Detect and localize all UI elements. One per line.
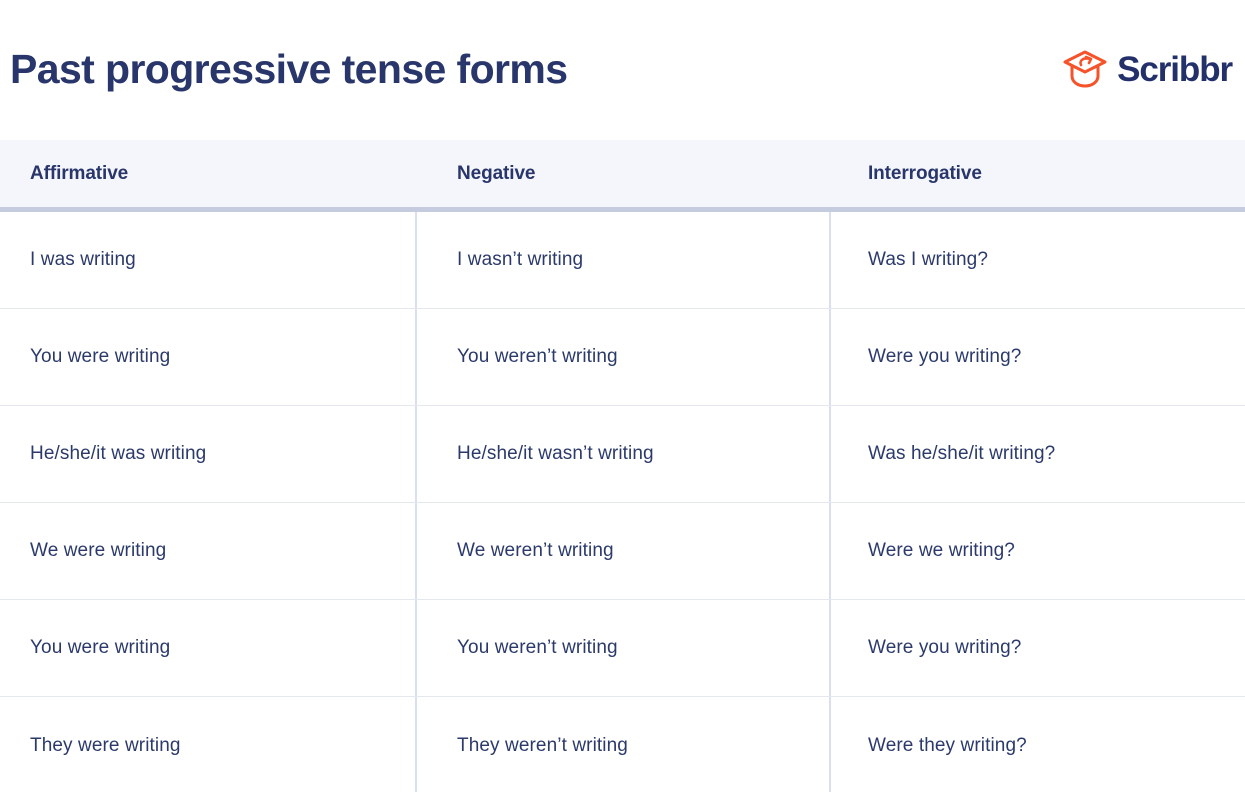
table-row: He/she/it was writing He/she/it wasn’t w…	[0, 406, 1245, 503]
page-title: Past progressive tense forms	[10, 46, 568, 93]
table-row: You were writing You weren’t writing Wer…	[0, 600, 1245, 697]
cell-affirmative: We were writing	[30, 540, 167, 561]
table-row: You were writing You weren’t writing Wer…	[0, 309, 1245, 406]
cell-affirmative: You were writing	[30, 346, 171, 367]
cell-negative: He/she/it wasn’t writing	[415, 406, 829, 502]
cell-interrogative: Were you writing?	[829, 309, 1245, 405]
page-header: Past progressive tense forms Scribbr	[0, 0, 1245, 140]
table-row: They were writing They weren’t writing W…	[0, 697, 1245, 792]
cell-negative: You weren’t writing	[415, 309, 829, 405]
cell-negative: I wasn’t writing	[415, 212, 829, 308]
table-row: We were writing We weren’t writing Were …	[0, 503, 1245, 600]
cell-negative: We weren’t writing	[415, 503, 829, 599]
graduation-cap-icon	[1063, 50, 1107, 88]
column-header-affirmative: Affirmative	[30, 162, 129, 184]
column-header-negative: Negative	[457, 162, 536, 184]
cell-affirmative: You were writing	[30, 637, 171, 658]
table-row: I was writing I wasn’t writing Was I wri…	[0, 212, 1245, 309]
cell-interrogative: Were they writing?	[829, 697, 1245, 792]
cell-interrogative: Was I writing?	[829, 212, 1245, 308]
cell-affirmative: They were writing	[30, 734, 181, 756]
column-header-interrogative: Interrogative	[868, 162, 982, 184]
cell-interrogative: Were you writing?	[829, 600, 1245, 696]
cell-affirmative: He/she/it was writing	[30, 443, 207, 464]
cell-affirmative: I was writing	[30, 249, 136, 270]
tense-forms-table: Affirmative Negative Interrogative I was…	[0, 140, 1245, 792]
table-header-row: Affirmative Negative Interrogative	[0, 140, 1245, 212]
infographic-page: Past progressive tense forms Scribbr Aff…	[0, 0, 1245, 792]
scribbr-wordmark: Scribbr	[1117, 49, 1233, 89]
cell-negative: You weren’t writing	[415, 600, 829, 696]
cell-interrogative: Were we writing?	[829, 503, 1245, 599]
cell-negative: They weren’t writing	[415, 697, 829, 792]
scribbr-logo: Scribbr	[1062, 49, 1233, 91]
cell-interrogative: Was he/she/it writing?	[829, 406, 1245, 502]
